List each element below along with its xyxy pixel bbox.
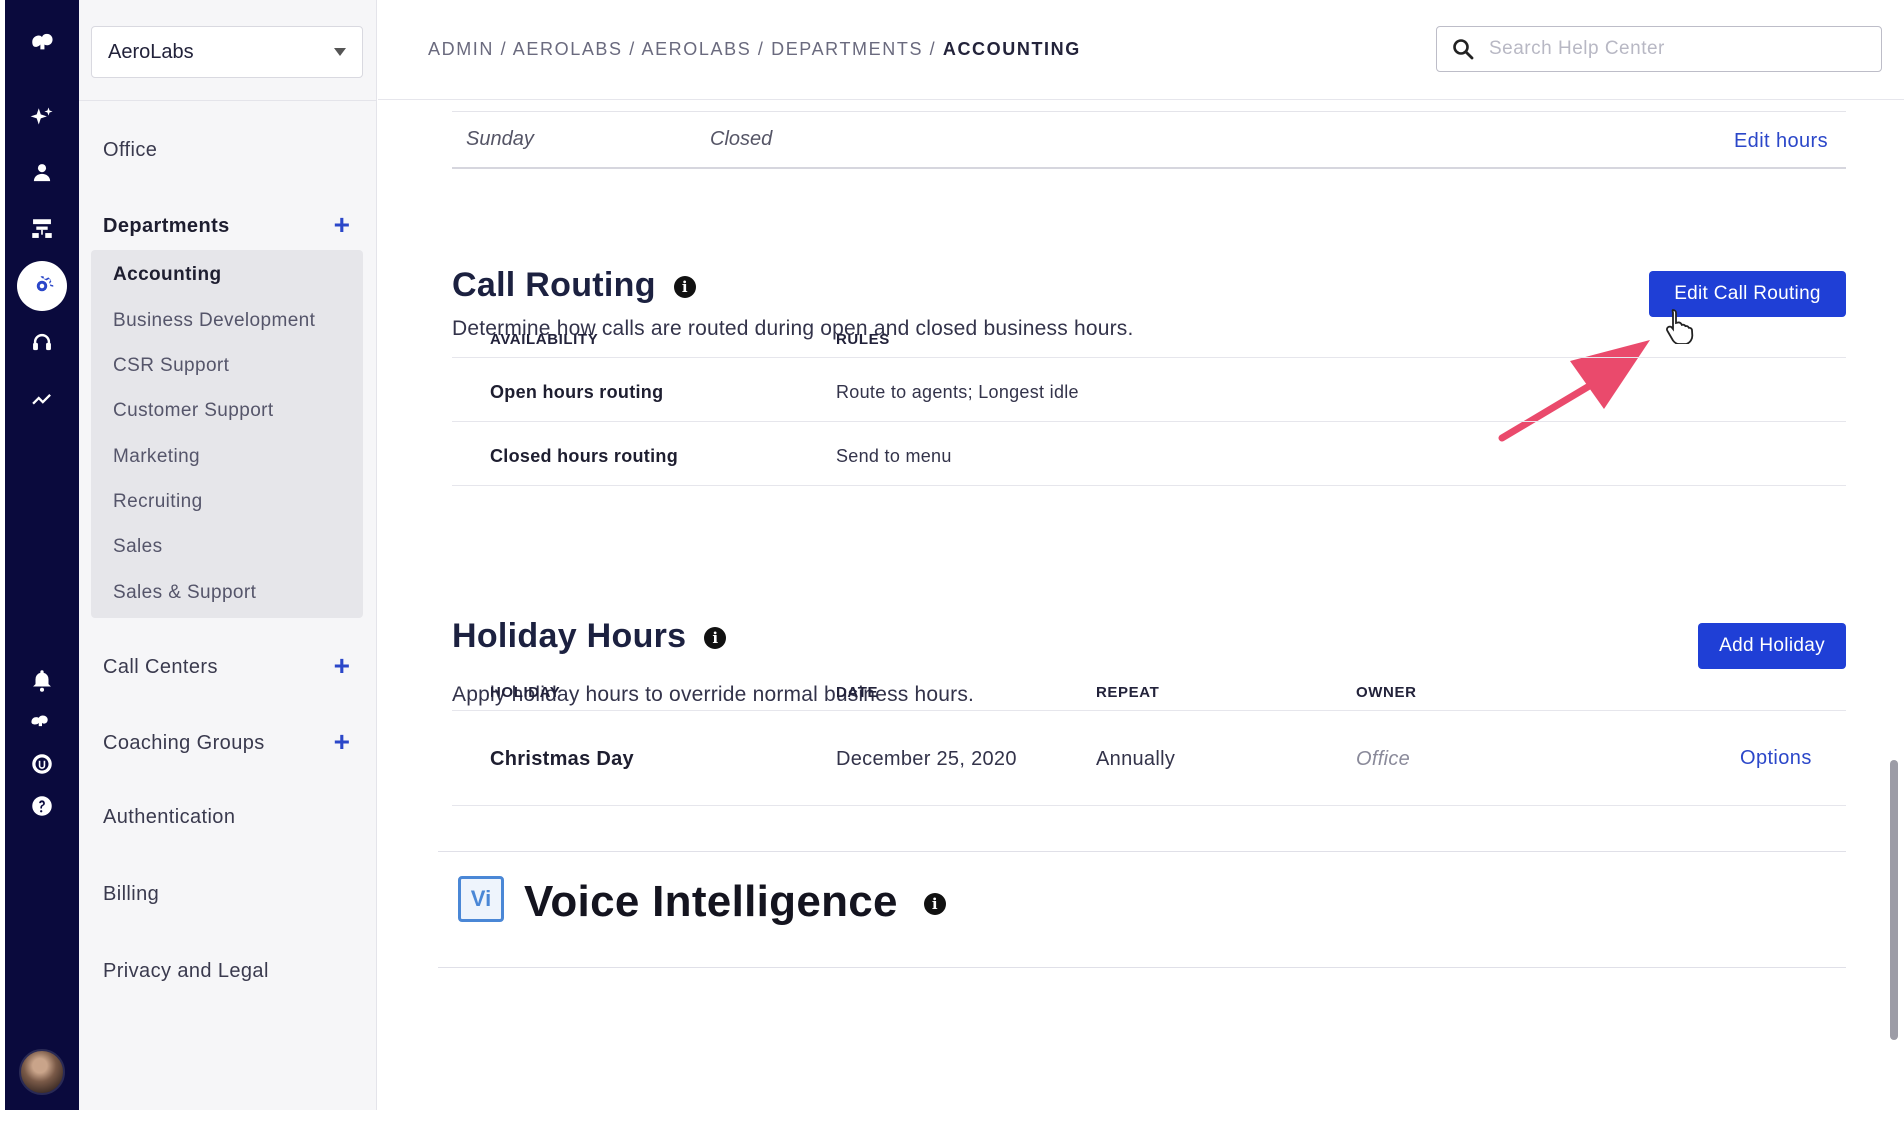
annotation-arrow-icon [1498,340,1650,442]
logo-icon[interactable] [5,20,79,64]
settings-icon[interactable] [5,261,79,311]
search-icon [1453,39,1474,60]
help-icon[interactable] [5,784,79,828]
info-icon[interactable]: i [923,893,946,916]
breadcrumb-path[interactable]: ADMIN / AEROLABS / AEROLABS / DEPARTMENT… [428,39,943,59]
sidebar-item-privacy[interactable]: Privacy and Legal [103,960,269,983]
lock-badge-icon[interactable] [5,742,79,786]
breadcrumb-current: ACCOUNTING [942,39,1081,59]
department-item[interactable]: Marketing [113,446,200,468]
hand-cursor-icon [1666,309,1694,344]
holiday-owner: Office [1356,748,1411,770]
department-item[interactable]: Sales [113,536,163,558]
chevron-down-icon [334,48,346,56]
holiday-hours-title: Holiday Hours i [452,617,727,656]
top-header: ADMIN / AEROLABS / AEROLABS / DEPARTMENT… [378,0,1904,100]
table-divider [452,485,1846,486]
holiday-options-link[interactable]: Options [1740,747,1812,770]
scrollbar[interactable] [1890,760,1898,1040]
holiday-name: Christmas Day [490,748,634,770]
add-holiday-button[interactable]: Add Holiday [1698,623,1846,669]
voice-intelligence-title-text: Voice Intelligence [524,877,898,926]
business-hours-row: Sunday Closed Edit hours [452,111,1846,169]
voice-intelligence-title: Voice Intelligence i [524,877,946,927]
sidebar-item-departments[interactable]: Departments [103,215,230,238]
th-availability: AVAILABILITY [490,331,599,348]
department-item[interactable]: CSR Support [113,355,229,377]
bottom-edge [0,1110,1904,1126]
add-department-plus-icon[interactable]: + [334,211,350,239]
info-icon[interactable]: i [673,276,696,299]
org-selector[interactable]: AeroLabs [91,26,363,78]
hours-value: Closed [710,128,773,150]
edit-hours-link[interactable]: Edit hours [1734,130,1828,153]
section-divider [438,967,1846,968]
org-name: AeroLabs [108,40,194,63]
th-holiday: HOLIDAY [490,684,561,701]
th-repeat: REPEAT [1096,684,1160,701]
sidebar-item-billing[interactable]: Billing [103,883,159,906]
info-icon[interactable]: i [704,627,727,650]
routing-availability-open: Open hours routing [490,382,664,402]
add-coaching-group-plus-icon[interactable]: + [334,728,350,756]
search-box[interactable] [1436,26,1882,72]
call-routing-title-text: Call Routing [452,266,656,304]
settings-sidebar: AeroLabs Office Departments + Accounting… [79,0,377,1110]
th-rules: RULES [836,331,890,348]
routing-rules-closed: Send to menu [836,446,952,466]
person-icon[interactable] [5,151,79,195]
sidebar-item-office[interactable]: Office [103,139,157,162]
department-item-accounting[interactable]: Accounting [113,264,222,286]
holiday-repeat: Annually [1096,748,1176,770]
holiday-date: December 25, 2020 [836,748,1017,770]
sidebar-divider [79,100,377,101]
icon-rail [5,0,79,1110]
holiday-hours-title-text: Holiday Hours [452,617,687,655]
th-owner: OWNER [1356,684,1417,701]
sidebar-item-call-centers[interactable]: Call Centers [103,656,218,679]
brand-icon[interactable] [5,700,79,744]
voice-intelligence-badge-icon: Vi [458,876,504,922]
department-item[interactable]: Business Development [113,310,315,332]
table-divider [452,805,1846,806]
department-item[interactable]: Recruiting [113,491,203,513]
trend-icon[interactable] [5,376,79,420]
breadcrumb: ADMIN / AEROLABS / AEROLABS / DEPARTMENT… [428,39,1081,60]
org-chart-icon[interactable] [5,207,79,251]
routing-rules-open: Route to agents; Longest idle [836,382,1079,402]
sparkle-icon[interactable] [5,96,79,140]
hours-day: Sunday [466,128,534,150]
th-date: DATE [836,684,879,701]
add-call-center-plus-icon[interactable]: + [334,652,350,680]
sidebar-item-coaching-groups[interactable]: Coaching Groups [103,732,265,755]
department-item[interactable]: Sales & Support [113,582,256,604]
user-avatar[interactable] [5,1042,79,1102]
sidebar-item-authentication[interactable]: Authentication [103,806,235,829]
bell-icon[interactable] [5,658,79,702]
search-input[interactable] [1489,38,1869,60]
routing-availability-closed: Closed hours routing [490,446,678,466]
headset-icon[interactable] [5,320,79,364]
section-divider [438,851,1846,852]
table-divider [452,357,1846,358]
call-routing-title: Call Routing i [452,266,696,305]
departments-list: Accounting Business Development CSR Supp… [91,250,363,618]
table-divider [452,421,1846,422]
main-content: Sunday Closed Edit hours Call Routing i D… [378,101,1904,1110]
department-item[interactable]: Customer Support [113,400,274,422]
table-divider [452,710,1846,711]
